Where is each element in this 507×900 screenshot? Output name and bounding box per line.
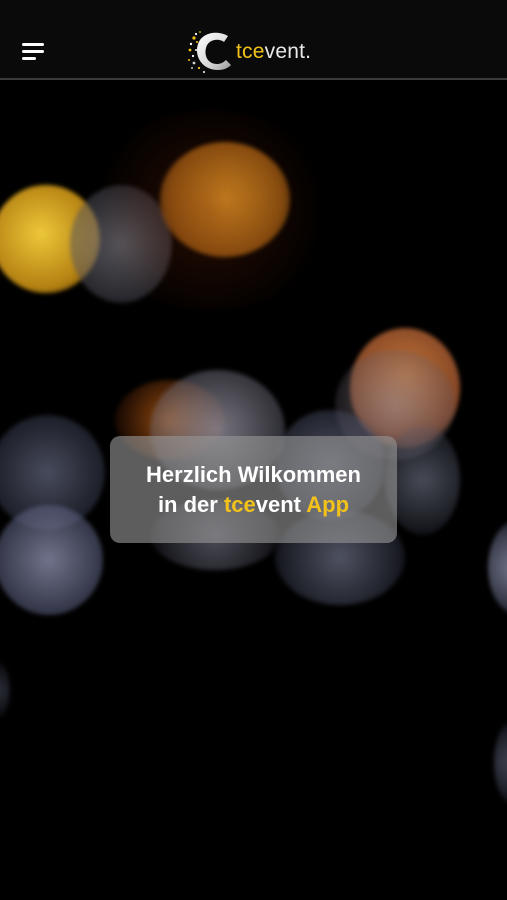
bokeh-light: [488, 520, 507, 615]
tcevent-logo-c-icon: [188, 31, 231, 73]
brand-name-accent: tce: [236, 40, 265, 63]
welcome-line-2: in der tcevent App: [158, 490, 349, 520]
brand-name-rest: vent.: [264, 40, 312, 63]
app-screen: tcevent. Herzlich Wilkommen in der tceve…: [0, 0, 507, 900]
bokeh-light: [0, 660, 10, 720]
welcome-app-word: App: [306, 491, 350, 517]
menu-button[interactable]: [18, 38, 48, 64]
welcome-brand-rest: vent: [255, 491, 307, 517]
hamburger-menu-icon: [22, 57, 36, 60]
welcome-line-1: Herzlich Wilkommen: [146, 461, 361, 487]
brand-logo: tcevent.: [188, 30, 311, 74]
welcome-brand-accent: tce: [223, 491, 256, 517]
welcome-prefix: in der: [157, 491, 224, 517]
bokeh-light: [80, 110, 340, 310]
hamburger-menu-icon: [22, 43, 44, 46]
welcome-card: Herzlich Wilkommen in der tcevent App: [110, 436, 397, 543]
bokeh-light: [0, 505, 103, 615]
hamburger-menu-icon: [22, 50, 44, 53]
brand-name: tcevent.: [236, 40, 311, 64]
app-header: tcevent.: [0, 0, 507, 80]
bokeh-light: [494, 720, 507, 805]
